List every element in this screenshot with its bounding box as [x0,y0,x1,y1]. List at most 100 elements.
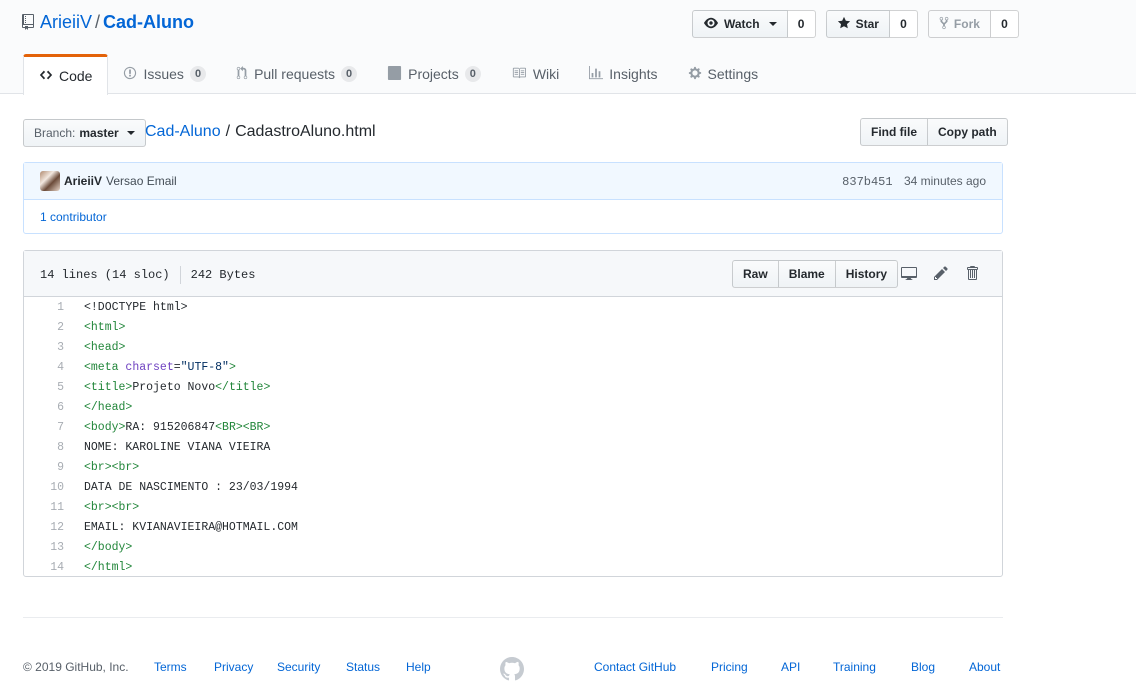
code-token: DATA DE NASCIMENTO : 23/03/1994 [84,480,298,494]
tab-settings-label: Settings [707,66,759,82]
footer-link-pricing[interactable]: Pricing [711,660,748,674]
github-mark-icon[interactable] [500,657,524,684]
line-number[interactable]: 8 [24,441,64,454]
code-token: <title> [84,380,133,394]
pencil-icon[interactable] [933,265,949,281]
line-number[interactable]: 4 [24,361,64,374]
eye-icon [703,16,719,33]
trash-icon[interactable] [965,265,979,281]
fork-button[interactable]: Fork [927,10,991,38]
footer-link-blog[interactable]: Blog [911,660,935,674]
code-lines: 1 <!DOCTYPE html> 2 <html> 3 <head> 4 <meta cha… [24,297,1002,577]
file-lines-info: 14 lines (14 sloc) [40,268,170,282]
watch-label: Watch [724,17,760,31]
commit-message[interactable]: Versao Email [106,174,177,188]
tab-issues[interactable]: Issues 0 [108,54,221,94]
repo-icon [22,14,34,35]
footer-link-training[interactable]: Training [833,660,876,674]
line-content: <title>Projeto Novo</title> [64,381,270,394]
code-line: 6 </head> [24,397,1002,417]
tab-pull-requests-label: Pull requests [254,66,335,82]
repo-name-link[interactable]: Cad-Aluno [103,12,194,32]
tab-pull-requests[interactable]: Pull requests 0 [221,54,372,94]
graph-icon [589,65,604,83]
line-number[interactable]: 3 [24,341,64,354]
code-line: 13 </body> [24,537,1002,557]
watch-count[interactable]: 0 [787,10,816,38]
copy-path-button[interactable]: Copy path [928,118,1008,146]
footer-link-help[interactable]: Help [406,660,431,674]
code-line: 7 <body>RA: 915206847<BR><BR> [24,417,1002,437]
star-count[interactable]: 0 [889,10,918,38]
line-content: </head> [64,401,132,414]
code-token: </head> [84,400,133,414]
find-file-button[interactable]: Find file [860,118,928,146]
line-number[interactable]: 13 [24,541,64,554]
code-line: 4 <meta charset="UTF-8"> [24,357,1002,377]
watch-button[interactable]: Watch [692,10,788,38]
line-number[interactable]: 5 [24,381,64,394]
footer-link-security[interactable]: Security [277,660,320,674]
tab-issues-label: Issues [143,66,184,82]
breadcrumb-root-link[interactable]: Cad-Aluno [145,123,221,140]
code-token: "UTF-8" [180,360,229,374]
code-token: <body> [84,420,126,434]
commit-author[interactable]: ArieiiV [64,174,102,188]
line-number[interactable]: 11 [24,501,64,514]
line-number[interactable]: 12 [24,521,64,534]
contributors-link[interactable]: 1 contributor [24,200,1002,234]
line-content: <head> [64,341,125,354]
footer-link-terms[interactable]: Terms [154,660,187,674]
star-label: Star [855,17,879,31]
code-line: 9 <br><br> [24,457,1002,477]
desktop-icon[interactable] [901,265,917,281]
line-content: <meta charset="UTF-8"> [64,361,236,374]
star-button[interactable]: Star [825,10,890,38]
commit-sha[interactable]: 837b451 [842,175,892,189]
tab-wiki-label: Wiki [532,66,560,82]
avatar[interactable] [40,171,60,191]
line-content: <br><br> [64,501,139,514]
footer-link-status[interactable]: Status [346,660,380,674]
commit-time: 34 minutes ago [903,174,986,188]
fork-label: Fork [953,17,980,31]
line-number[interactable]: 7 [24,421,64,434]
breadcrumb: Cad-Aluno / CadastroAluno.html [145,123,376,141]
tab-wiki[interactable]: Wiki [496,54,574,94]
footer-link-contact[interactable]: Contact GitHub [594,660,676,674]
code-line: 5 <title>Projeto Novo</title> [24,377,1002,397]
history-button[interactable]: History [835,260,899,288]
file-actions: Raw Blame History [732,260,899,288]
blame-button[interactable]: Blame [778,260,836,288]
branch-selector[interactable]: Branch: master [23,119,146,147]
code-token: <!DOCTYPE html> [84,300,188,314]
line-number[interactable]: 10 [24,481,64,494]
file-nav-buttons: Find file Copy path [860,118,1008,146]
code-token: <html> [84,320,126,334]
file-icon-actions [901,265,979,281]
repo-title: ArieiiV / Cad-Aluno [22,12,194,35]
line-content: <body>RA: 915206847<BR><BR> [64,421,270,434]
raw-button[interactable]: Raw [732,260,779,288]
file-size: 242 Bytes [190,268,256,282]
code-token: <br><br> [84,500,140,514]
footer-link-api[interactable]: API [781,660,800,674]
code-token: charset [125,360,174,374]
fork-count[interactable]: 0 [990,10,1019,38]
tab-insights[interactable]: Insights [574,54,672,94]
tab-settings[interactable]: Settings [673,54,774,94]
branch-value: master [79,126,119,140]
gear-icon [688,66,702,83]
line-number[interactable]: 2 [24,321,64,334]
line-number[interactable]: 6 [24,401,64,414]
repo-owner-link[interactable]: ArieiiV [40,12,92,32]
line-content: NOME: KAROLINE VIANA VIEIRA [64,441,270,454]
line-number[interactable]: 1 [24,301,64,314]
tab-projects[interactable]: Projects 0 [372,54,496,94]
tab-code[interactable]: Code [23,54,109,95]
line-number[interactable]: 9 [24,461,64,474]
footer-link-about[interactable]: About [969,660,1000,674]
commit-summary: ArieiiV Versao Email 837b451 34 minutes … [24,163,1002,200]
line-number[interactable]: 14 [24,561,64,574]
footer-link-privacy[interactable]: Privacy [214,660,253,674]
